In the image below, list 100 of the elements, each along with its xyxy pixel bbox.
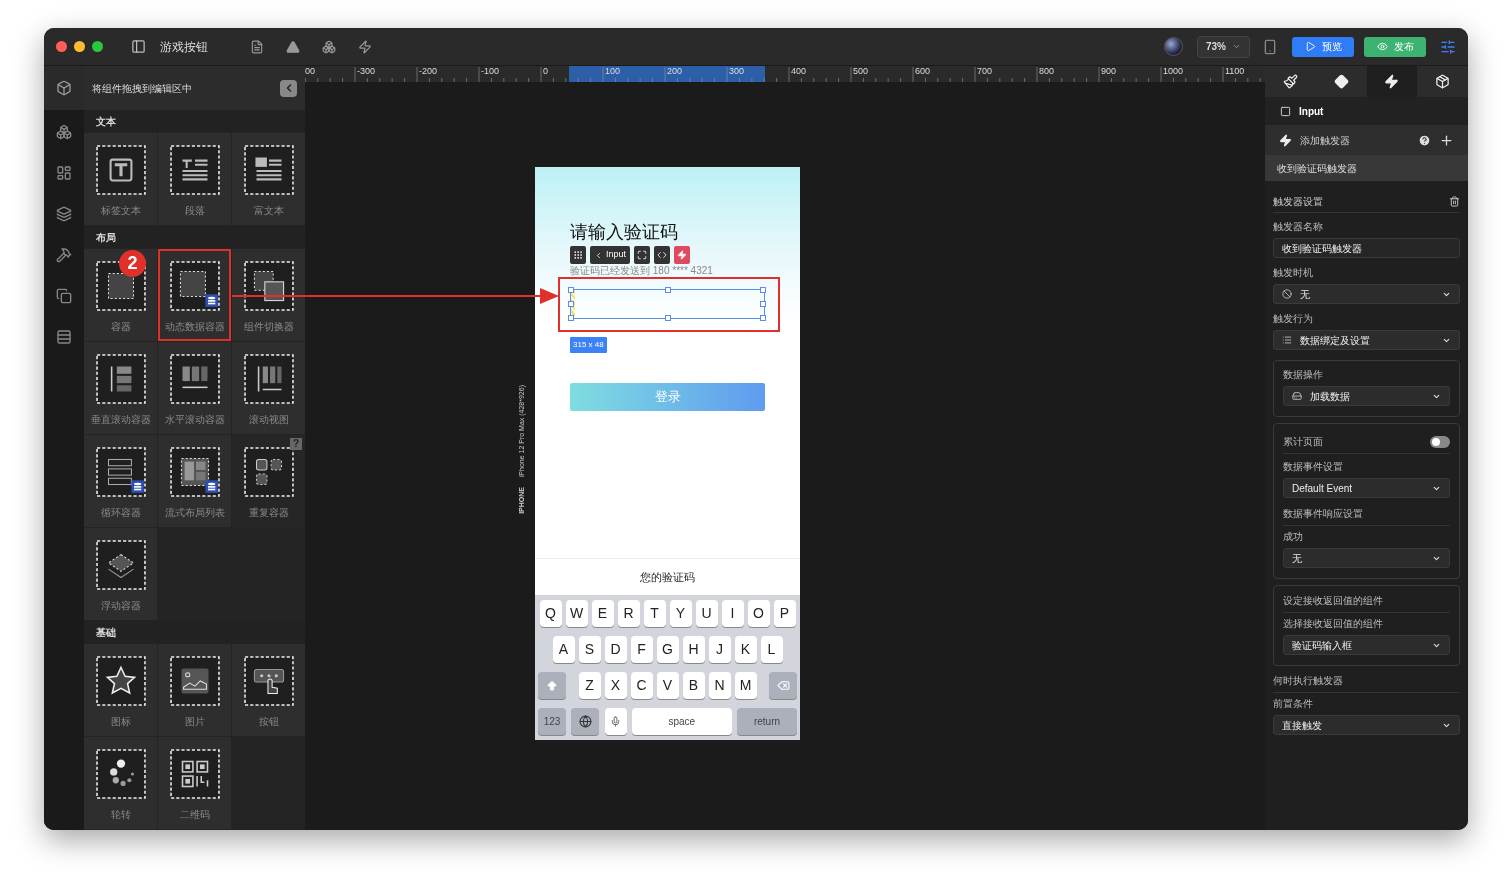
sidebar-tool-icon[interactable]: [56, 329, 72, 345]
code-input-field[interactable]: [570, 289, 765, 319]
keyboard-key[interactable]: B: [682, 672, 705, 699]
keyboard-key[interactable]: P: [773, 600, 796, 627]
component-tile[interactable]: 组件切换器: [232, 249, 305, 341]
expand-button[interactable]: [634, 246, 651, 264]
select-field[interactable]: 无: [1283, 548, 1450, 568]
select-value: 无: [1300, 287, 1311, 302]
component-tile[interactable]: 循环容器: [84, 435, 157, 527]
preview-button[interactable]: 预览: [1292, 36, 1354, 57]
zoom-window-button[interactable]: [92, 41, 103, 52]
sidebar-tool-icon[interactable]: [56, 165, 72, 181]
keyboard-key[interactable]: Z: [578, 672, 601, 699]
keyboard-key[interactable]: Y: [669, 600, 692, 627]
resize-handle[interactable]: [568, 287, 574, 293]
keyboard-key[interactable]: K: [734, 636, 757, 663]
parent-select-button[interactable]: Input: [590, 246, 631, 264]
keyboard-key[interactable]: H: [682, 636, 705, 663]
select-field[interactable]: 验证码输入框: [1283, 635, 1450, 655]
resize-handle[interactable]: [665, 315, 671, 321]
tile-label: 图标: [110, 715, 131, 729]
resize-handle[interactable]: [760, 287, 766, 293]
toggle-switch[interactable]: [1430, 435, 1450, 448]
sidebar-tool-icon[interactable]: [56, 247, 72, 263]
tile-label: 富文本: [253, 204, 284, 218]
document-icon[interactable]: [250, 39, 264, 54]
sidebar-tool-icon[interactable]: [56, 124, 72, 140]
help-icon[interactable]: [1418, 133, 1431, 147]
component-tile[interactable]: 图片: [158, 644, 231, 736]
trigger-button[interactable]: [674, 246, 691, 264]
resize-handle[interactable]: [568, 315, 574, 321]
keyboard-key[interactable]: E: [591, 600, 614, 627]
keyboard-key[interactable]: O: [747, 600, 770, 627]
delete-icon[interactable]: [1449, 196, 1460, 207]
component-tile[interactable]: 按钮: [232, 644, 305, 736]
resize-handle[interactable]: [568, 301, 574, 307]
zoom-select[interactable]: 73%: [1197, 35, 1250, 58]
keyboard-key[interactable]: U: [695, 600, 718, 627]
keyboard-key[interactable]: N: [708, 672, 731, 699]
keyboard-key[interactable]: [571, 708, 600, 735]
component-tile[interactable]: 流式布局列表: [158, 435, 231, 527]
keyboard-key[interactable]: R: [617, 600, 640, 627]
field-label: 触发器名称: [1273, 220, 1324, 234]
settings-icon[interactable]: [1440, 38, 1456, 55]
keyboard-key[interactable]: A: [552, 636, 575, 663]
component-tile[interactable]: 富文本: [232, 133, 305, 225]
keyboard-key[interactable]: 123: [538, 708, 566, 735]
text-field[interactable]: 收到验证码触发器: [1273, 238, 1460, 258]
drag-handle-button[interactable]: [570, 246, 586, 264]
resize-handle[interactable]: [760, 315, 766, 321]
keyboard-key[interactable]: return: [737, 708, 797, 735]
cube-icon[interactable]: [56, 80, 72, 96]
ruler-label: 300: [729, 66, 745, 77]
trigger-list-item[interactable]: 收到验证码触发器: [1265, 155, 1468, 181]
keyboard-key[interactable]: Q: [539, 600, 562, 627]
keyboard-key[interactable]: M: [734, 672, 757, 699]
component-tile[interactable]: 滚动视图: [232, 342, 305, 434]
sidebar-tool-icon[interactable]: [56, 206, 72, 222]
component-tile[interactable]: 动态数据容器: [158, 249, 231, 341]
select-field[interactable]: 无: [1273, 284, 1460, 304]
field-label: 数据操作: [1283, 368, 1324, 382]
component-tile[interactable]: 垂直滚动容器: [84, 342, 157, 434]
keyboard-key[interactable]: J: [708, 636, 731, 663]
add-icon[interactable]: [1439, 132, 1454, 148]
select-field[interactable]: 数据绑定及设置: [1273, 330, 1460, 350]
keyboard-key[interactable]: S: [578, 636, 601, 663]
component-tile[interactable]: 轮转: [84, 737, 157, 829]
sidebar-toggle-icon[interactable]: [131, 39, 146, 54]
keyboard-key[interactable]: D: [604, 636, 627, 663]
lightning-icon[interactable]: [358, 39, 372, 54]
component-tile[interactable]: 水平滚动容器: [158, 342, 231, 434]
select-field[interactable]: Default Event: [1283, 478, 1450, 498]
resize-handle[interactable]: [665, 287, 671, 293]
phone-icon[interactable]: [1262, 38, 1278, 55]
component-tile[interactable]: 浮动容器: [84, 528, 157, 620]
select-field[interactable]: 加载数据: [1283, 386, 1450, 406]
component-tile[interactable]: 图标: [84, 644, 157, 736]
user-avatar[interactable]: [1164, 37, 1183, 56]
code-button[interactable]: [654, 246, 671, 264]
keyboard-key[interactable]: T: [643, 600, 666, 627]
close-window-button[interactable]: [56, 41, 67, 52]
keyboard-key[interactable]: G: [656, 636, 679, 663]
component-tile[interactable]: 段落: [158, 133, 231, 225]
keyboard-key[interactable]: C: [630, 672, 653, 699]
keyboard-key[interactable]: W: [565, 600, 588, 627]
resize-handle[interactable]: [760, 301, 766, 307]
keyboard-key[interactable]: L: [760, 636, 783, 663]
triangle-icon[interactable]: [286, 39, 300, 54]
sidebar-tool-icon[interactable]: [56, 288, 72, 304]
keyboard-key[interactable]: I: [721, 600, 744, 627]
minimize-window-button[interactable]: [74, 41, 85, 52]
keyboard-key[interactable]: F: [630, 636, 653, 663]
package-icon: [1435, 74, 1451, 89]
select-field[interactable]: 直接触发: [1273, 715, 1460, 735]
component-tile[interactable]: 标签文本: [84, 133, 157, 225]
keyboard-key[interactable]: X: [604, 672, 627, 699]
inspector-tab[interactable]: [1366, 66, 1418, 97]
collapse-button[interactable]: [280, 79, 297, 97]
keyboard-key[interactable]: V: [656, 672, 679, 699]
keyboard-key[interactable]: space: [631, 708, 732, 735]
